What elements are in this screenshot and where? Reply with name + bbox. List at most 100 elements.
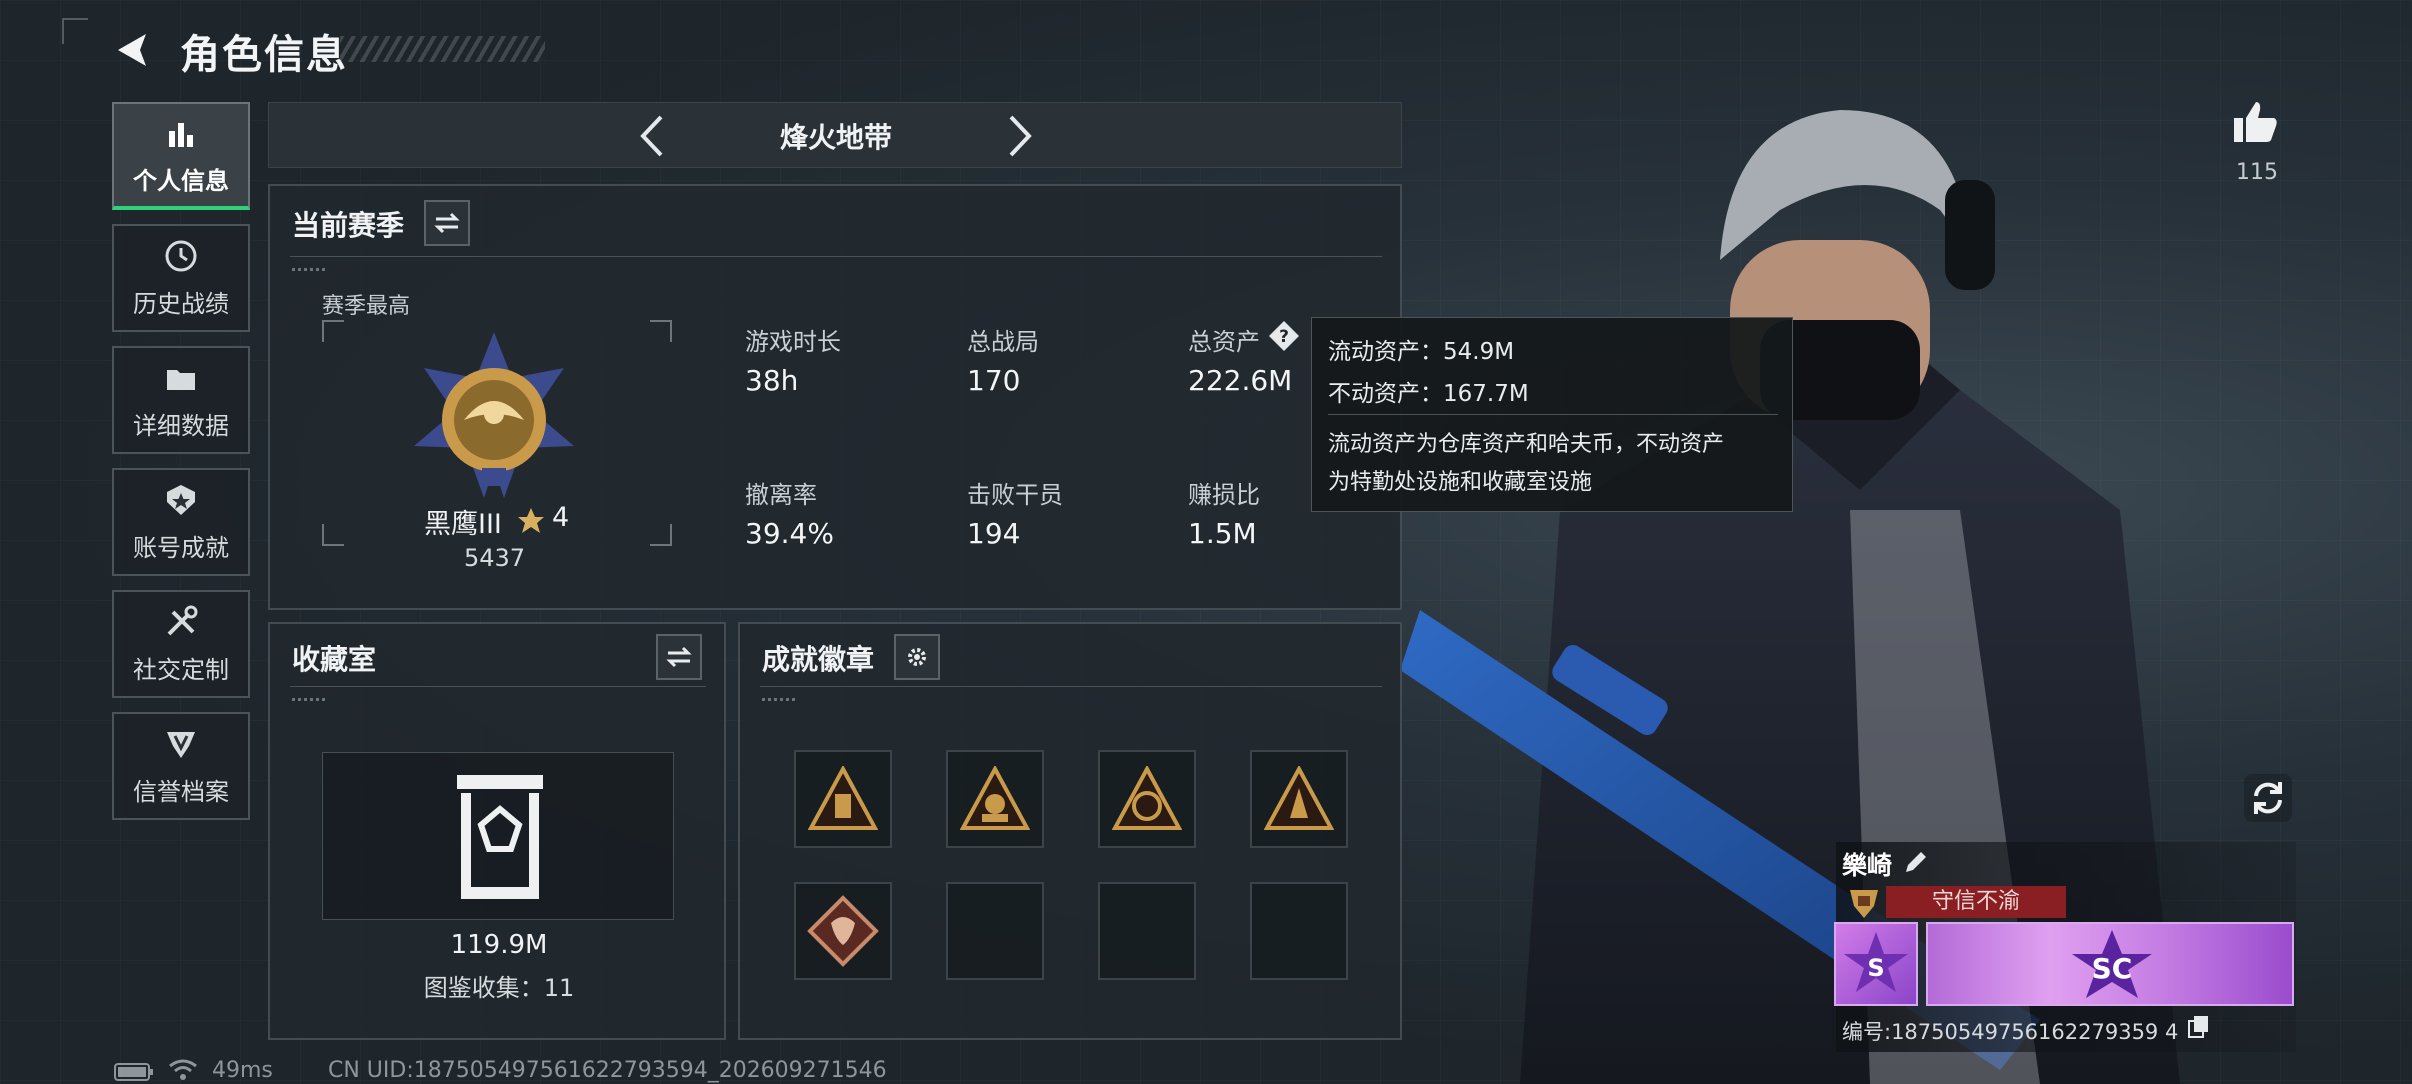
stat-label-kills: 击败干员 — [967, 481, 1063, 509]
battery-icon — [114, 1063, 153, 1081]
frame-corner — [322, 320, 344, 342]
sidebar-item-label: 账号成就 — [133, 533, 229, 562]
frame-corner — [650, 524, 672, 546]
svg-text:SC: SC — [2092, 952, 2133, 985]
tooltip-liquid-assets: 流动资产：54.9M — [1328, 339, 1515, 365]
profile-banner[interactable]: SC — [1926, 922, 2294, 1006]
stat-value-matches: 170 — [967, 364, 1021, 397]
season-switch-button[interactable] — [424, 200, 470, 246]
reputation-emblem-icon — [1850, 890, 1878, 918]
shield-star-icon — [167, 484, 195, 515]
like-count: 115 — [2236, 160, 2278, 185]
rotate-character-button[interactable] — [2244, 774, 2292, 822]
rotate-icon — [2254, 782, 2282, 814]
bar-chart-icon — [169, 122, 193, 147]
asset-help-button[interactable]: ? — [1268, 320, 1300, 352]
crest-icon — [167, 731, 195, 758]
current-season-title: 当前赛季 — [292, 209, 405, 242]
sidebar-item-label: 详细数据 — [133, 411, 229, 440]
stat-label-matches: 总战局 — [967, 328, 1039, 356]
stat-label-playtime: 游戏时长 — [745, 328, 841, 356]
sidebar-item-label: 社交定制 — [133, 655, 229, 684]
achievement-badge-slot-empty[interactable] — [1250, 882, 1348, 980]
sidebar-item-personal-info[interactable]: 个人信息 — [112, 102, 250, 210]
corner-decoration — [62, 18, 88, 44]
achievement-settings-button[interactable] — [894, 634, 940, 680]
tooltip-note-line1: 流动资产为仓库资产和哈夫币，不动资产 — [1328, 432, 1725, 457]
back-button[interactable] — [108, 26, 156, 74]
swap-icon — [434, 212, 460, 234]
asset-tooltip: 流动资产：54.9M 不动资产：167.7M 流动资产为仓库资产和哈夫币，不动资… — [1311, 317, 1793, 512]
sidebar-item-detailed-data[interactable]: 详细数据 — [112, 346, 250, 454]
ping-value: 49ms — [212, 1058, 273, 1083]
sidebar-item-social-custom[interactable]: 社交定制 — [112, 590, 250, 698]
achievement-badge-slot[interactable] — [794, 750, 892, 848]
frame-corner — [322, 524, 344, 546]
collection-title: 收藏室 — [292, 643, 377, 676]
prev-season-button[interactable] — [627, 111, 677, 161]
triangle-badge-icon — [1264, 766, 1334, 830]
sidebar-item-reputation[interactable]: 信誉档案 — [112, 712, 250, 820]
rank-name: 黑鹰III — [424, 509, 502, 540]
back-arrow-icon — [118, 34, 146, 66]
sc-logo-icon: S — [1844, 932, 1908, 992]
sidebar-item-label: 历史战绩 — [133, 289, 229, 318]
thumbs-up-icon — [2234, 102, 2277, 142]
uid-text: CN UID:187505497561622793594_20260927154… — [328, 1058, 887, 1083]
achievement-badge-slot[interactable] — [946, 750, 1044, 848]
panel-divider — [290, 256, 1382, 257]
chevron-left-icon — [640, 115, 663, 157]
page-title: 角色信息 — [180, 32, 348, 78]
season-best-label: 赛季最高 — [322, 294, 411, 319]
copy-icon — [2188, 1016, 2208, 1038]
stat-label-total-assets: 总资产 — [1188, 328, 1260, 356]
collection-preview[interactable] — [322, 752, 674, 920]
achievement-badge-slot[interactable] — [1250, 750, 1348, 848]
clock-icon — [165, 240, 197, 271]
triangle-badge-icon — [960, 766, 1030, 830]
profile-badge-thumb[interactable]: S — [1834, 922, 1918, 1006]
stat-label-profit-ratio: 赚损比 — [1188, 481, 1260, 509]
next-season-button[interactable] — [995, 111, 1045, 161]
tools-icon — [167, 605, 198, 635]
svg-text:?: ? — [1279, 327, 1289, 347]
collection-panel: 收藏室 119.9M 图鉴收集：11 — [268, 622, 726, 1040]
sidebar-item-label: 信誉档案 — [133, 777, 229, 806]
player-id: 编号:18750549756162279359 4 — [1842, 1020, 2179, 1044]
season-selector: 烽火地带 — [268, 102, 1402, 168]
stat-value-kills: 194 — [967, 517, 1021, 550]
copy-id-button[interactable] — [2186, 1014, 2212, 1040]
edit-name-button[interactable] — [1902, 848, 1930, 876]
sidebar-item-history[interactable]: 历史战绩 — [112, 224, 250, 332]
panel-dash — [292, 698, 328, 701]
vault-icon — [457, 775, 543, 899]
help-diamond-icon: ? — [1269, 321, 1299, 351]
like-button[interactable] — [2230, 98, 2280, 148]
chevron-right-icon — [1009, 115, 1032, 157]
reputation-badge: 守信不渝 — [1886, 886, 2066, 918]
tooltip-fixed-assets: 不动资产：167.7M — [1328, 381, 1529, 407]
tooltip-divider — [1328, 414, 1778, 415]
triangle-badge-icon — [1112, 766, 1182, 830]
achievement-badge-slot[interactable] — [794, 882, 892, 980]
tooltip-note-line2: 为特勤处设施和收藏室设施 — [1328, 470, 1593, 495]
sidebar-item-label: 个人信息 — [133, 166, 229, 195]
sc-logo-icon: SC — [2072, 930, 2152, 998]
stat-value-playtime: 38h — [745, 364, 799, 397]
rank-emblem-icon — [414, 332, 574, 498]
stat-value-profit-ratio: 1.5M — [1188, 517, 1257, 550]
collection-switch-button[interactable] — [656, 634, 702, 680]
achievement-badge-slot[interactable] — [1098, 750, 1196, 848]
achievement-badge-slot-empty[interactable] — [946, 882, 1044, 980]
panel-dash — [762, 698, 798, 701]
season-name: 烽火地带 — [779, 121, 892, 154]
player-name: 樂崎 — [1842, 851, 1893, 880]
panel-divider — [290, 686, 706, 687]
achievement-badge-slot-empty[interactable] — [1098, 882, 1196, 980]
frame-corner — [650, 320, 672, 342]
sidebar-item-achievements[interactable]: 账号成就 — [112, 468, 250, 576]
title-decoration — [340, 36, 545, 62]
rank-stars: 4 — [552, 502, 570, 533]
panel-dash — [292, 268, 328, 271]
folder-icon — [167, 369, 195, 390]
